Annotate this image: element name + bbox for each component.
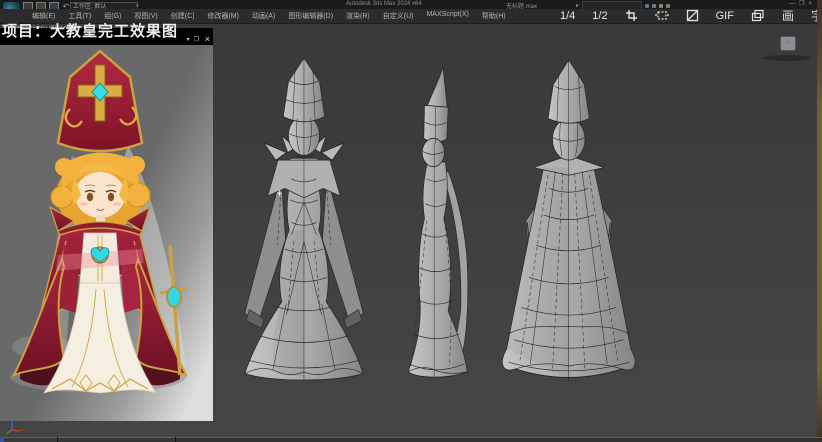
bottom-tick bbox=[175, 437, 176, 442]
menu-rendering[interactable]: 渲染(R) bbox=[346, 11, 370, 21]
menu-graph-editors[interactable]: 图形编辑器(D) bbox=[288, 11, 333, 21]
reference-window-title: 项目：大教皇完工效果图 bbox=[2, 28, 178, 41]
right-edge-panel-strip bbox=[817, 0, 822, 442]
bottom-segment-1 bbox=[4, 438, 57, 442]
menu-modifiers[interactable]: 修改器(M) bbox=[207, 11, 239, 21]
window-controls[interactable]: —❐× bbox=[789, 0, 816, 7]
face bbox=[75, 172, 125, 218]
bottom-segment-2 bbox=[58, 438, 175, 442]
model-side-view[interactable] bbox=[408, 67, 468, 377]
scale-half-button[interactable]: 1/2 bbox=[592, 10, 607, 22]
menu-maxscript[interactable]: MAXScript(X) bbox=[426, 11, 468, 21]
menu-animation[interactable]: 动画(A) bbox=[252, 11, 275, 21]
world-axis-tripod bbox=[4, 418, 34, 436]
side-hat-spike bbox=[427, 67, 448, 109]
frame-capture-button[interactable]: 画 bbox=[782, 7, 794, 24]
region-select-icon[interactable] bbox=[655, 9, 669, 22]
reference-window-buttons[interactable]: ▾❐ bbox=[187, 36, 199, 43]
viewcube-shadow bbox=[763, 55, 811, 61]
3dsmax-window: Autodesk 3ds Max 2024 x64 无标题.max —❐× ↶ … bbox=[0, 0, 822, 442]
reference-image-window[interactable]: 项目：大教皇完工效果图 ▾❐ × bbox=[0, 28, 213, 421]
model-front-view[interactable] bbox=[245, 58, 363, 380]
menu-customize[interactable]: 自定义(U) bbox=[383, 11, 414, 21]
gif-export-button[interactable]: GIF bbox=[716, 10, 734, 22]
side-body bbox=[408, 162, 467, 377]
restore-window-icon[interactable]: ❐ bbox=[194, 36, 199, 43]
bottom-tick bbox=[57, 437, 58, 442]
viewcube-icon[interactable]: ⌂ bbox=[780, 36, 796, 51]
viewport-canvas[interactable] bbox=[213, 24, 818, 437]
scale-quarter-button[interactable]: 1/4 bbox=[560, 10, 575, 22]
reference-image bbox=[0, 45, 213, 421]
character-concept-art bbox=[0, 45, 213, 421]
reference-window-titlebar[interactable]: 项目：大教皇完工效果图 ▾❐ × bbox=[0, 28, 213, 45]
crop-icon[interactable] bbox=[625, 9, 638, 22]
app-title: Autodesk 3ds Max 2024 x64 bbox=[346, 1, 422, 7]
cancel-selection-icon[interactable] bbox=[686, 9, 699, 22]
model-back-view[interactable] bbox=[502, 60, 635, 381]
staff-gem bbox=[167, 287, 181, 307]
copy-layers-icon[interactable] bbox=[751, 9, 765, 22]
side-hat bbox=[424, 105, 448, 142]
capture-overlay-toolbar: 1/4 1/2 GIF 画 字 bbox=[560, 7, 816, 24]
close-reference-icon[interactable]: × bbox=[205, 34, 210, 44]
cape-left bbox=[14, 259, 64, 375]
menu-help[interactable]: 帮助(H) bbox=[482, 11, 506, 21]
collapse-icon[interactable]: ▾ bbox=[187, 36, 190, 43]
